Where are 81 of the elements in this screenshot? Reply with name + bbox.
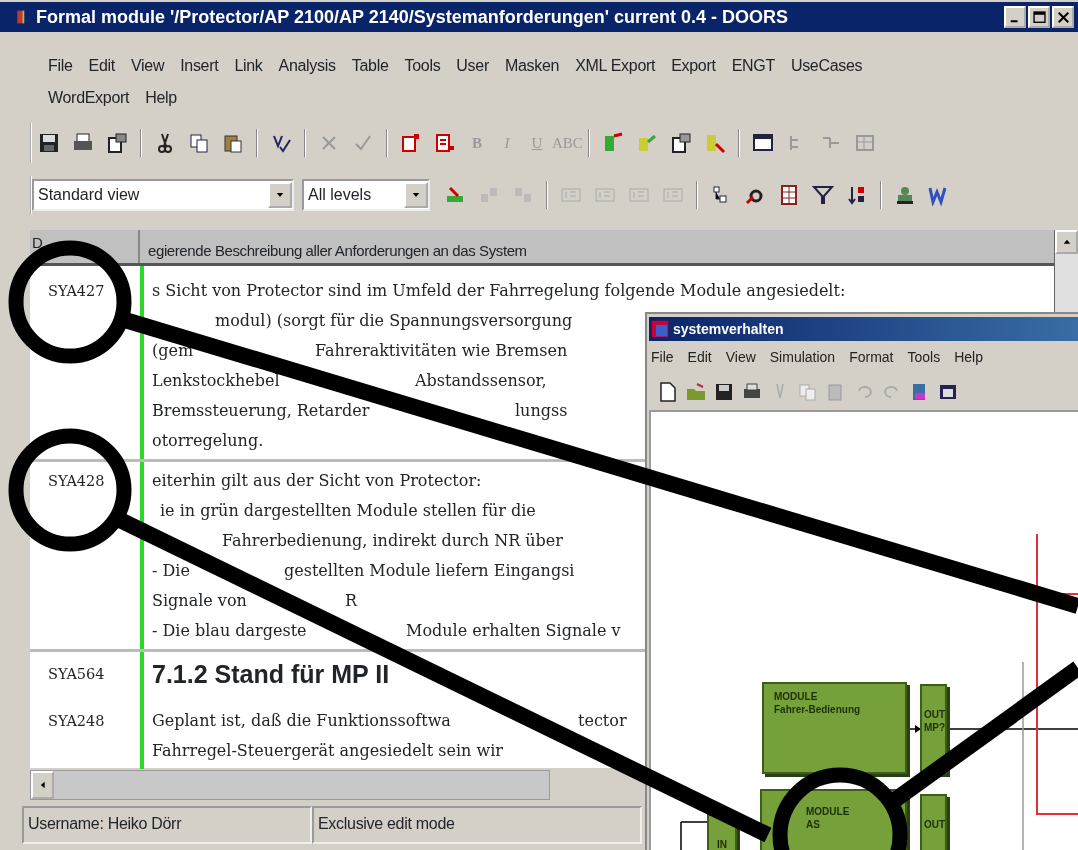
- copy-icon[interactable]: [188, 132, 210, 154]
- dropdown[interactable]: All levels: [302, 179, 430, 211]
- requirement-text: R: [345, 589, 358, 612]
- scrollbar[interactable]: [30, 770, 550, 800]
- menu-item[interactable]: Help: [137, 83, 185, 113]
- requirement-text: - Die blau dargeste: [152, 619, 307, 642]
- requirement-text: Bremssteuerung, Retarder: [152, 399, 370, 422]
- scroll-left-button[interactable]: [31, 771, 54, 799]
- menu-item[interactable]: Export: [663, 51, 724, 81]
- requirement-text: otorregelung.: [152, 429, 264, 452]
- menu-item[interactable]: Tools: [396, 51, 449, 81]
- open-folder-icon[interactable]: [685, 381, 707, 403]
- menu-item[interactable]: View: [122, 51, 173, 81]
- object-id: SYA428: [48, 472, 105, 489]
- requirement-text: Signale von: [152, 589, 247, 612]
- requirement-text: lungss: [515, 399, 568, 422]
- requirement-text: Abstandssensor,: [415, 369, 547, 392]
- status-text: Username: Heiko Dörr: [22, 806, 312, 844]
- status-text: Exclusive edit mode: [312, 806, 642, 844]
- link-delete-icon[interactable]: [704, 132, 726, 154]
- requirement-text: Geplant ist, daß die Funktionssoftwa: [152, 709, 451, 732]
- menu-item[interactable]: User: [448, 51, 497, 81]
- column-header[interactable]: D: [30, 230, 140, 263]
- menu-item[interactable]: WordExport: [40, 83, 138, 113]
- requirement-text: Fahrerbedienung, indirekt durch NR über: [222, 529, 563, 552]
- window-icon[interactable]: [752, 132, 774, 154]
- requirement-text: s Sicht von Protector sind im Umfeld der Fahrregelung folgende Module angesiedelt:: [152, 279, 846, 302]
- insert-object-icon[interactable]: [400, 132, 422, 154]
- properties-icon[interactable]: [106, 132, 128, 154]
- menu-item[interactable]: XML Export: [567, 51, 664, 81]
- menu-item[interactable]: UseCases: [782, 51, 871, 81]
- menu-item[interactable]: Simulation: [769, 347, 836, 368]
- requirement-text: eiterhin gilt aus der Sicht von Protector:: [152, 469, 482, 492]
- dropdown[interactable]: Standard view: [32, 179, 294, 211]
- dropdown-value: Standard view: [38, 185, 140, 205]
- save-icon[interactable]: [38, 132, 60, 154]
- menu-item[interactable]: Tools: [907, 347, 941, 368]
- column-header[interactable]: egierende Beschreibung aller Anforderungen an das System: [140, 230, 527, 263]
- section-heading: 7.1.2 Stand für MP II: [152, 658, 390, 690]
- sub-window-title: systemverhalten: [673, 319, 784, 339]
- menu-item[interactable]: Help: [954, 347, 983, 368]
- window-title: Formal module '/Protector/AP 2100/AP 2140/Systemanforderungen' current 0.4 - DOORS: [36, 5, 790, 29]
- menu-item[interactable]: Edit: [80, 51, 123, 81]
- menu-item[interactable]: File: [651, 347, 674, 368]
- object-id: SYA427: [48, 282, 105, 299]
- table-view-icon[interactable]: [778, 184, 800, 206]
- new-file-icon[interactable]: [657, 381, 679, 403]
- menu-item[interactable]: ENGT: [723, 51, 783, 81]
- app-icon: [651, 320, 669, 338]
- requirement-text: Fahrregel-Steuergerät angesiedelt sein wir: [152, 739, 503, 762]
- requirement-text: ie in grün dargestellten Module stellen für die: [160, 499, 536, 522]
- link-in-icon[interactable]: [602, 132, 624, 154]
- save-icon[interactable]: [713, 381, 735, 403]
- menu-item[interactable]: Link: [226, 51, 271, 81]
- dropdown-value: All levels: [308, 185, 372, 205]
- requirement-text: gestellten Module liefern Eingangsi: [284, 559, 575, 582]
- object-id: SYA564: [48, 665, 105, 682]
- scroll-up-button[interactable]: [1055, 230, 1078, 254]
- menu-item[interactable]: Insert: [172, 51, 227, 81]
- link-module-icon[interactable]: [670, 132, 692, 154]
- menu-item[interactable]: Edit: [687, 347, 712, 368]
- requirement-text: tector: [578, 709, 627, 732]
- requirement-text: Module erhalten Signale v: [406, 619, 621, 642]
- module-block[interactable]: MODULE Fahrer-Bedienung: [762, 682, 907, 774]
- port-block[interactable]: OUT: [920, 794, 947, 850]
- menu-item[interactable]: Format: [849, 347, 894, 368]
- requirement-text: Lenkstockhebel: [152, 369, 280, 392]
- filter-icon[interactable]: [812, 184, 834, 206]
- insert-below-icon[interactable]: [434, 132, 456, 154]
- menu-item[interactable]: Masken: [496, 51, 568, 81]
- paste-icon[interactable]: [222, 132, 244, 154]
- menu-item[interactable]: Table: [343, 51, 397, 81]
- object-id: SYA248: [48, 712, 105, 729]
- requirement-text: (gem: [152, 339, 194, 362]
- connector-line: [680, 821, 708, 850]
- menu-item[interactable]: File: [40, 51, 81, 81]
- requirement-text: - Die: [152, 559, 190, 582]
- menu-item[interactable]: Analysis: [270, 51, 344, 81]
- requirement-text: modul) (sorgt für die Spannungsversorgung: [215, 309, 573, 332]
- requirement-text: Fahreraktivitäten wie Bremsen: [315, 339, 568, 362]
- menu-item[interactable]: View: [725, 347, 756, 368]
